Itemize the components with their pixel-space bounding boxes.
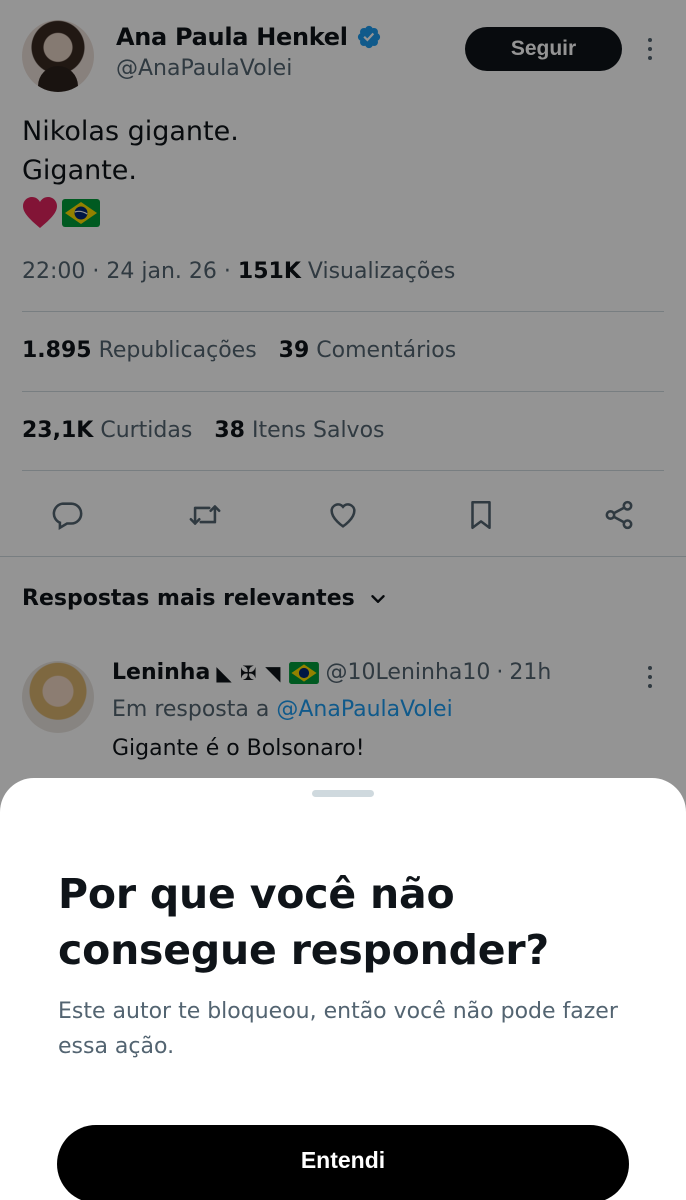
sheet-body: Este autor te bloqueou, então você não p… [58,999,618,1059]
sheet-title: Por que você não consegue responder? [58,870,549,974]
blocked-reply-sheet: Por que você não consegue responder? Est… [0,778,686,1200]
understood-button[interactable]: Entendi [57,1125,629,1200]
sheet-drag-handle[interactable] [312,790,374,797]
tweet-detail-screen: Ana Paula Henkel @AnaPaulaVolei Seguir N… [0,0,686,1200]
